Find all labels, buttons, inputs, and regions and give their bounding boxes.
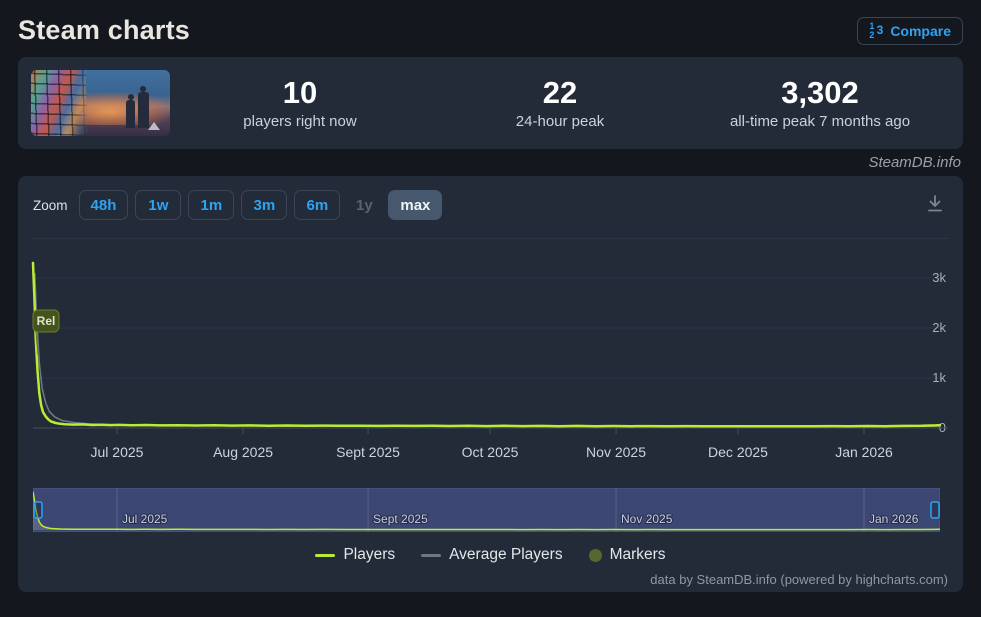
capsule-logo-art bbox=[148, 122, 160, 130]
x-axis-tick-label: Oct 2025 bbox=[462, 444, 519, 460]
chart-card: Zoom 48h 1w 1m 3m 6m 1y max 3k2k1k0Jul 2… bbox=[18, 176, 963, 592]
y-axis-tick-label: 1k bbox=[932, 370, 946, 385]
navigator-handle-left[interactable] bbox=[34, 502, 42, 518]
navigator-handle-right[interactable] bbox=[931, 502, 939, 518]
average-line-swatch-icon bbox=[421, 554, 441, 557]
steamdb-watermark: SteamDB.info bbox=[0, 149, 981, 176]
stat-alltime-peak: 3,302 all-time peak 7 months ago bbox=[690, 76, 950, 130]
players-line[interactable] bbox=[33, 263, 940, 426]
stat-value: 3,302 bbox=[690, 76, 950, 110]
page-header: Steam charts 1 2 3 Compare bbox=[0, 0, 981, 57]
release-marker-label: Rel bbox=[37, 314, 56, 328]
legend-item-markers[interactable]: Markers bbox=[589, 546, 666, 564]
y-axis-tick-label: 3k bbox=[932, 270, 946, 285]
zoom-1m-button[interactable]: 1m bbox=[188, 190, 234, 220]
zoom-max-button[interactable]: max bbox=[388, 190, 442, 220]
zoom-6m-button[interactable]: 6m bbox=[294, 190, 340, 220]
x-axis-tick-label: Nov 2025 bbox=[586, 444, 646, 460]
stat-label: all-time peak 7 months ago bbox=[690, 113, 950, 130]
stat-players-now: 10 players right now bbox=[170, 76, 430, 130]
legend-item-players[interactable]: Players bbox=[315, 546, 395, 564]
zoom-1w-button[interactable]: 1w bbox=[135, 190, 181, 220]
zoom-label: Zoom bbox=[33, 198, 68, 213]
stat-value: 10 bbox=[170, 76, 430, 110]
legend-label: Average Players bbox=[449, 546, 562, 564]
navigator-mask[interactable] bbox=[33, 488, 940, 532]
navigator-month-label: Sept 2025 bbox=[373, 512, 428, 526]
capsule-figure-art bbox=[126, 100, 135, 128]
zoom-3m-button[interactable]: 3m bbox=[241, 190, 287, 220]
download-chart-button[interactable] bbox=[922, 191, 948, 220]
stat-label: players right now bbox=[170, 113, 430, 130]
average-players-line[interactable] bbox=[35, 273, 940, 427]
zoom-1y-button[interactable]: 1y bbox=[347, 190, 381, 220]
compare-button[interactable]: 1 2 3 Compare bbox=[857, 17, 963, 45]
capsule-mosaic-art bbox=[31, 70, 88, 136]
x-axis-tick-label: Sept 2025 bbox=[336, 444, 400, 460]
game-capsule-image[interactable] bbox=[31, 70, 170, 136]
y-axis-tick-label: 2k bbox=[932, 320, 946, 335]
players-line-swatch-icon bbox=[315, 554, 335, 557]
stat-value: 22 bbox=[430, 76, 690, 110]
stat-24h-peak: 22 24-hour peak bbox=[430, 76, 690, 130]
navigator-month-label: Jul 2025 bbox=[122, 512, 168, 526]
x-axis-tick-label: Aug 2025 bbox=[213, 444, 273, 460]
highcharts-credits-link[interactable]: data by SteamDB.info (powered by highcha… bbox=[650, 572, 948, 587]
x-axis-tick-label: Dec 2025 bbox=[708, 444, 768, 460]
toolbar-divider bbox=[33, 238, 948, 239]
x-axis-tick-label: Jul 2025 bbox=[91, 444, 144, 460]
zoom-48h-button[interactable]: 48h bbox=[79, 190, 129, 220]
compare-123-icon: 1 2 3 bbox=[869, 23, 883, 38]
players-chart-plot[interactable]: 3k2k1k0Jul 2025Aug 2025Sept 2025Oct 2025… bbox=[18, 241, 963, 476]
chart-toolbar: Zoom 48h 1w 1m 3m 6m 1y max bbox=[33, 190, 948, 220]
stats-card: 10 players right now 22 24-hour peak 3,3… bbox=[18, 57, 963, 149]
legend-label: Players bbox=[343, 546, 395, 564]
legend-item-average-players[interactable]: Average Players bbox=[421, 546, 562, 564]
compare-button-label: Compare bbox=[890, 23, 951, 39]
navigator-month-label: Jan 2026 bbox=[869, 512, 919, 526]
legend-label: Markers bbox=[610, 546, 666, 564]
x-axis-tick-label: Jan 2026 bbox=[835, 444, 893, 460]
page-title: Steam charts bbox=[18, 15, 190, 46]
chart-navigator[interactable]: Jul 2025 Sept 2025 Nov 2025 Jan 2026 bbox=[33, 488, 940, 532]
chart-legend: Players Average Players Markers bbox=[18, 546, 963, 564]
navigator-month-label: Nov 2025 bbox=[621, 512, 673, 526]
stat-label: 24-hour peak bbox=[430, 113, 690, 130]
markers-swatch-icon bbox=[589, 549, 602, 562]
download-icon bbox=[924, 193, 946, 215]
